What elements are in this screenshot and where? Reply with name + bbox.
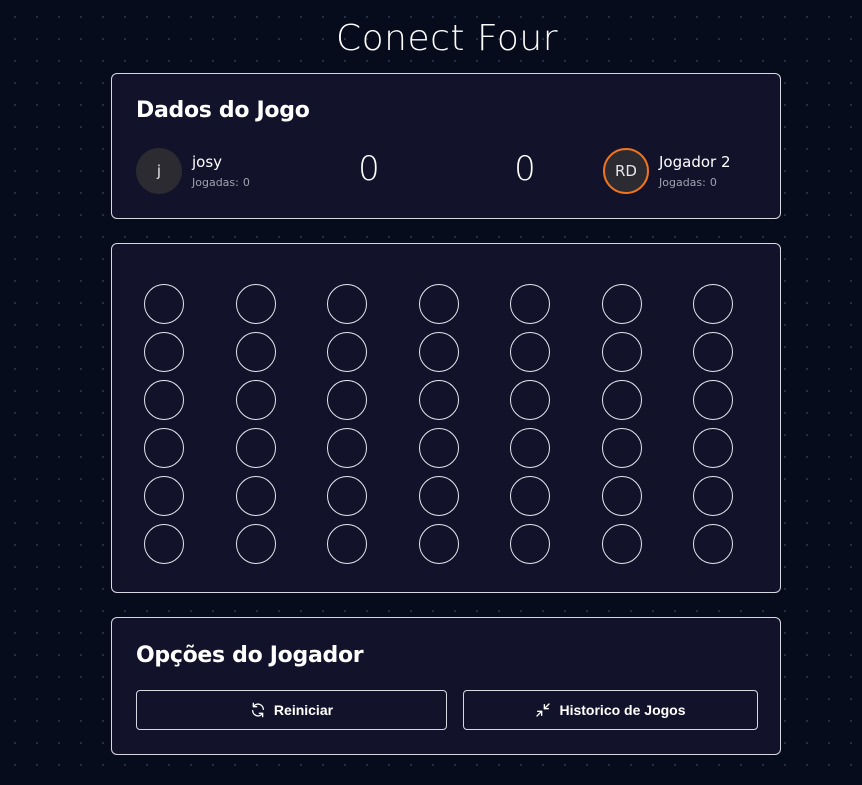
player-1-moves: Jogadas: 0 [192, 176, 250, 189]
player-1-name: josy [192, 153, 223, 171]
board-cell[interactable] [693, 428, 733, 468]
refresh-icon [250, 702, 266, 718]
board-cell[interactable] [418, 284, 459, 324]
player-1-avatar: j [136, 148, 182, 194]
player-2-info: Jogador 2 Jogadas: 0 [659, 153, 731, 189]
player-options-heading: Opções do Jogador [136, 643, 364, 668]
player-1-moves-label: Jogadas: [192, 176, 239, 189]
board-cell[interactable] [510, 428, 550, 468]
player-2: RD Jogador 2 Jogadas: 0 [603, 148, 731, 194]
board-cell[interactable] [327, 428, 367, 468]
board-cell[interactable] [327, 284, 367, 324]
board-cell[interactable] [601, 284, 642, 324]
player-2-moves-count: 0 [709, 176, 717, 189]
board-cell[interactable] [510, 380, 550, 420]
board-cell[interactable] [693, 476, 733, 516]
board-cell[interactable] [235, 380, 276, 420]
board-cell[interactable] [144, 476, 184, 516]
player-2-score: 0 [514, 149, 536, 189]
board-cell[interactable] [601, 524, 642, 564]
board-cell[interactable] [144, 332, 184, 372]
player-1-moves-count: 0 [242, 176, 250, 189]
player-1-score: 0 [358, 149, 380, 189]
board-cell[interactable] [144, 428, 184, 468]
board-cell[interactable] [693, 380, 733, 420]
page-title: Conect Four [335, 18, 559, 59]
board-cell[interactable] [144, 380, 184, 420]
game-board [144, 284, 733, 564]
board-cell[interactable] [235, 332, 276, 372]
board-cell[interactable] [510, 524, 550, 564]
board-cell[interactable] [327, 380, 367, 420]
board-cell[interactable] [327, 524, 367, 564]
board-cell[interactable] [510, 476, 550, 516]
board-cell[interactable] [510, 332, 550, 372]
player-2-moves: Jogadas: 0 [659, 176, 731, 189]
history-button[interactable]: Historico de Jogos [463, 690, 758, 730]
board-cell[interactable] [418, 332, 459, 372]
player-1: j josy Jogadas: 0 [136, 148, 250, 194]
board-cell[interactable] [327, 332, 367, 372]
player-2-avatar: RD [603, 148, 649, 194]
board-cell[interactable] [327, 476, 367, 516]
board-cell[interactable] [418, 524, 459, 564]
board-cell[interactable] [144, 284, 184, 324]
board-cell[interactable] [601, 380, 642, 420]
board-cell[interactable] [418, 380, 459, 420]
game-data-heading: Dados do Jogo [136, 98, 310, 123]
board-cell[interactable] [601, 476, 642, 516]
board-cell[interactable] [693, 524, 733, 564]
history-label: Historico de Jogos [559, 702, 686, 718]
board-cell[interactable] [144, 524, 184, 564]
board-cell[interactable] [693, 332, 733, 372]
player-options-card: Opções do Jogador Reiniciar Historico de… [111, 617, 781, 755]
minimize-arrows-icon [535, 702, 551, 718]
player-2-name: Jogador 2 [659, 153, 731, 171]
board-cell[interactable] [235, 428, 276, 468]
player-1-info: josy Jogadas: 0 [192, 153, 250, 189]
restart-label: Reiniciar [273, 702, 334, 718]
board-cell[interactable] [418, 428, 459, 468]
board-cell[interactable] [601, 332, 642, 372]
board-cell[interactable] [693, 284, 733, 324]
board-cell[interactable] [235, 476, 276, 516]
board-cell[interactable] [235, 284, 276, 324]
restart-button[interactable]: Reiniciar [136, 690, 447, 730]
game-board-card [111, 243, 781, 593]
player-2-moves-label: Jogadas: [659, 176, 706, 189]
board-cell[interactable] [510, 284, 550, 324]
board-cell[interactable] [418, 476, 459, 516]
board-cell[interactable] [601, 428, 642, 468]
game-data-card: Dados do Jogo j josy Jogadas: 0 0 0 RD J… [111, 73, 781, 219]
board-cell[interactable] [235, 524, 276, 564]
